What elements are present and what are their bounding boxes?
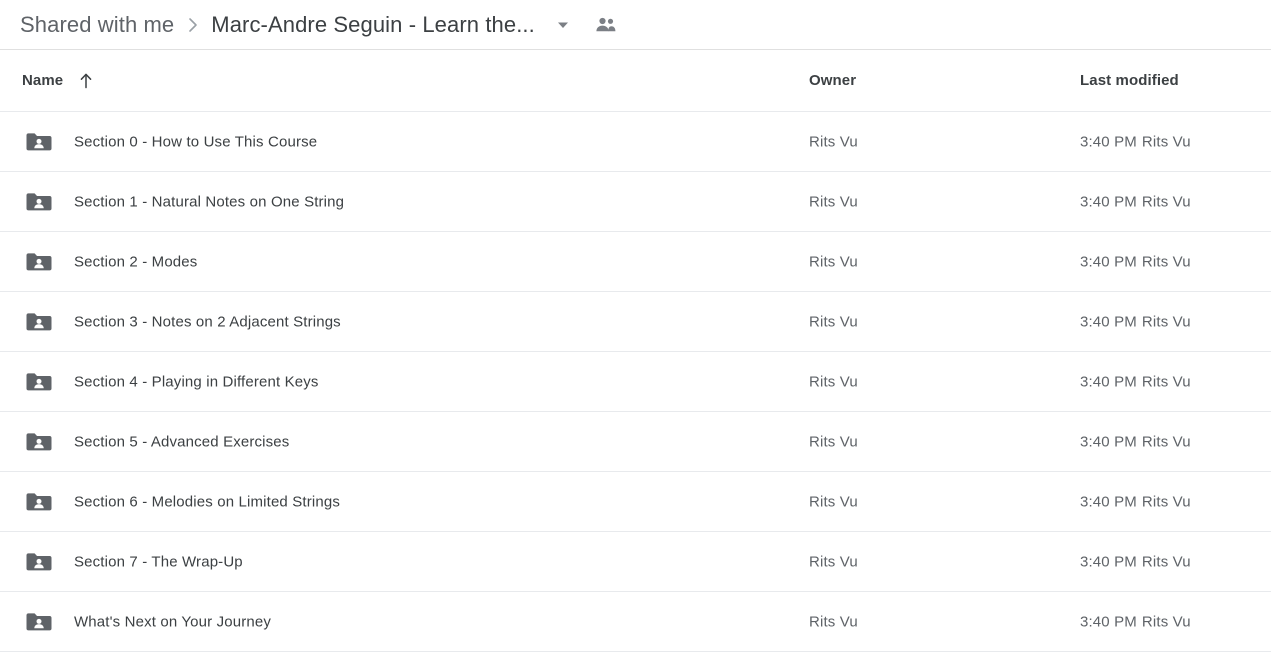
column-header-owner[interactable]: Owner [809, 72, 856, 89]
file-owner: Rits Vu [809, 313, 858, 330]
file-modified-time: 3:40 PM [1080, 553, 1137, 570]
arrow-up-icon[interactable] [77, 72, 95, 90]
file-last-modified: 3:40 PM Rits Vu [1080, 253, 1191, 270]
shared-folder-icon [24, 310, 54, 334]
file-name: What's Next on Your Journey [74, 613, 272, 630]
file-modified-time: 3:40 PM [1080, 193, 1137, 210]
file-modified-by: Rits Vu [1141, 553, 1191, 570]
shared-folder-icon [24, 190, 54, 214]
file-name: Section 7 - The Wrap-Up [74, 553, 243, 570]
file-owner: Rits Vu [809, 433, 858, 450]
file-modified-by: Rits Vu [1141, 493, 1191, 510]
shared-folder-icon [24, 370, 54, 394]
breadcrumb-current-title[interactable]: Marc-Andre Seguin - Learn the... [211, 12, 535, 38]
table-row[interactable]: Section 0 - How to Use This Course Rits … [0, 112, 1271, 172]
file-owner: Rits Vu [809, 613, 858, 630]
file-last-modified: 3:40 PM Rits Vu [1080, 313, 1191, 330]
table-row[interactable]: Section 5 - Advanced Exercises Rits Vu 3… [0, 412, 1271, 472]
file-modified-by: Rits Vu [1141, 313, 1191, 330]
shared-folder-icon [24, 550, 54, 574]
file-list: Section 0 - How to Use This Course Rits … [0, 112, 1271, 652]
shared-folder-icon [24, 130, 54, 154]
file-name: Section 1 - Natural Notes on One String [74, 193, 345, 210]
file-name: Section 0 - How to Use This Course [74, 133, 318, 150]
breadcrumb-parent-link[interactable]: Shared with me [20, 12, 174, 38]
file-modified-time: 3:40 PM [1080, 493, 1137, 510]
file-last-modified: 3:40 PM Rits Vu [1080, 133, 1191, 150]
file-modified-time: 3:40 PM [1080, 373, 1137, 390]
file-owner: Rits Vu [809, 193, 858, 210]
file-modified-by: Rits Vu [1141, 133, 1191, 150]
breadcrumb-separator-icon [186, 16, 200, 34]
file-last-modified: 3:40 PM Rits Vu [1080, 373, 1191, 390]
file-modified-time: 3:40 PM [1080, 253, 1137, 270]
file-last-modified: 3:40 PM Rits Vu [1080, 613, 1191, 630]
table-row[interactable]: Section 6 - Melodies on Limited Strings … [0, 472, 1271, 532]
file-owner: Rits Vu [809, 373, 858, 390]
file-name: Section 6 - Melodies on Limited Strings [74, 493, 340, 510]
file-modified-by: Rits Vu [1141, 373, 1191, 390]
chevron-down-icon[interactable] [551, 13, 575, 37]
file-modified-by: Rits Vu [1141, 433, 1191, 450]
column-header-name[interactable]: Name [22, 72, 95, 90]
file-owner: Rits Vu [809, 493, 858, 510]
file-last-modified: 3:40 PM Rits Vu [1080, 493, 1191, 510]
file-name: Section 4 - Playing in Different Keys [74, 373, 319, 390]
table-row[interactable]: Section 4 - Playing in Different Keys Ri… [0, 352, 1271, 412]
file-last-modified: 3:40 PM Rits Vu [1080, 193, 1191, 210]
table-row[interactable]: Section 3 - Notes on 2 Adjacent Strings … [0, 292, 1271, 352]
file-last-modified: 3:40 PM Rits Vu [1080, 433, 1191, 450]
table-row[interactable]: Section 1 - Natural Notes on One String … [0, 172, 1271, 232]
shared-folder-icon [24, 430, 54, 454]
table-row[interactable]: What's Next on Your Journey Rits Vu 3:40… [0, 592, 1271, 652]
column-header-last-modified[interactable]: Last modified [1080, 72, 1179, 89]
table-row[interactable]: Section 2 - Modes Rits Vu 3:40 PM Rits Vu [0, 232, 1271, 292]
table-row[interactable]: Section 7 - The Wrap-Up Rits Vu 3:40 PM R… [0, 532, 1271, 592]
shared-folder-icon [24, 490, 54, 514]
file-modified-time: 3:40 PM [1080, 433, 1137, 450]
people-shared-icon[interactable] [593, 12, 619, 38]
file-modified-time: 3:40 PM [1080, 133, 1137, 150]
file-name: Section 3 - Notes on 2 Adjacent Strings [74, 313, 341, 330]
shared-folder-icon [24, 250, 54, 274]
list-column-headers: Name Owner Last modified [0, 50, 1271, 112]
file-modified-time: 3:40 PM [1080, 313, 1137, 330]
file-modified-time: 3:40 PM [1080, 613, 1137, 630]
file-last-modified: 3:40 PM Rits Vu [1080, 553, 1191, 570]
file-owner: Rits Vu [809, 133, 858, 150]
breadcrumb: Shared with me Marc-Andre Seguin - Learn… [0, 0, 1271, 50]
file-name: Section 5 - Advanced Exercises [74, 433, 290, 450]
file-owner: Rits Vu [809, 553, 858, 570]
file-owner: Rits Vu [809, 253, 858, 270]
shared-folder-icon [24, 610, 54, 634]
file-name: Section 2 - Modes [74, 253, 198, 270]
file-modified-by: Rits Vu [1141, 613, 1191, 630]
column-header-name-label: Name [22, 72, 64, 89]
file-modified-by: Rits Vu [1141, 193, 1191, 210]
file-modified-by: Rits Vu [1141, 253, 1191, 270]
